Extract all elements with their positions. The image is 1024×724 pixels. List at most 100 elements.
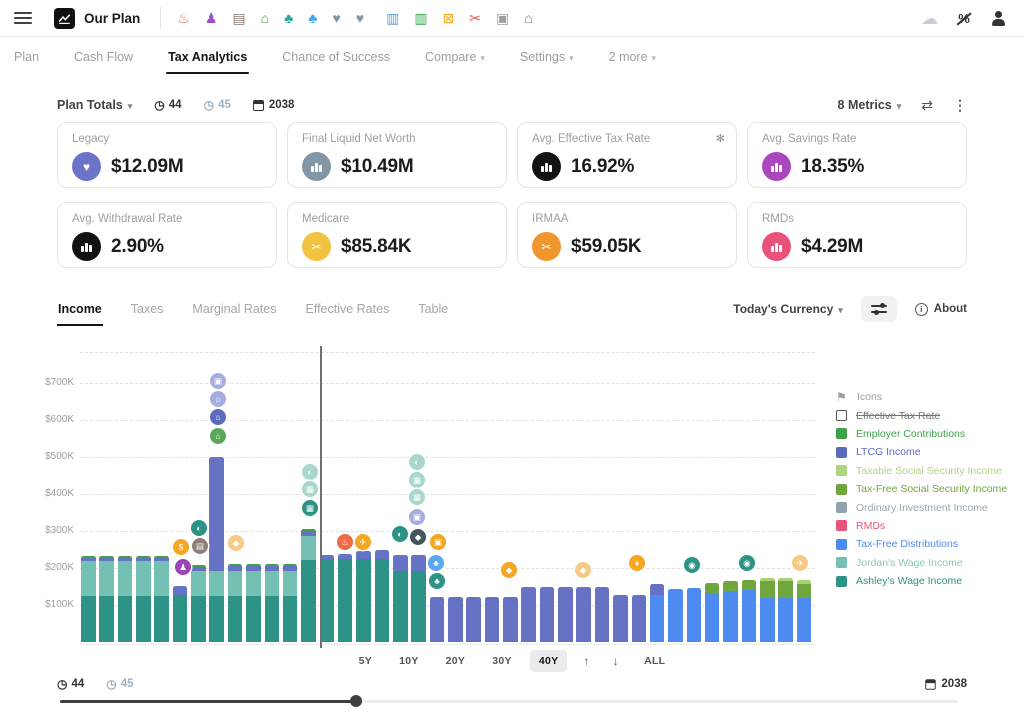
income-bar[interactable]	[209, 457, 224, 642]
home-search-icon[interactable]: ⌂	[210, 428, 226, 444]
legend-label: Icons	[857, 391, 882, 403]
income-bar[interactable]	[540, 587, 555, 643]
shift-down-button[interactable]: ↓	[606, 649, 626, 673]
income-bar[interactable]	[576, 587, 591, 643]
income-bar[interactable]	[301, 529, 316, 642]
income-bar[interactable]	[503, 597, 518, 642]
bar-segment-tfd	[650, 595, 665, 642]
income-bar[interactable]	[154, 556, 169, 642]
legend-item-rmds[interactable]: RMDs	[836, 517, 1006, 535]
diamond-icon[interactable]: ♦	[629, 555, 645, 571]
legend-item-jordan-s-wage-income[interactable]: Jordan's Wage Income	[836, 554, 1006, 572]
bar-segment-tfd	[760, 598, 775, 642]
vault-icon[interactable]: ▣	[409, 509, 425, 525]
fire-milestone-icon[interactable]: ♨	[337, 534, 353, 550]
legend-item-ordinary-investment-income[interactable]: Ordinary Investment Income	[836, 498, 1006, 516]
income-bar[interactable]	[778, 578, 793, 642]
income-bar[interactable]	[338, 554, 353, 642]
age-primary-chip[interactable]: ◷44	[57, 677, 84, 691]
contrast-icon[interactable]: ◐	[191, 520, 207, 536]
coins-icon[interactable]: $	[173, 539, 189, 555]
contrast-icon[interactable]: ◐	[302, 464, 318, 480]
income-bar[interactable]	[228, 564, 243, 642]
building-icon[interactable]: ▦	[302, 481, 318, 497]
travel-icon[interactable]: ✈	[355, 534, 371, 550]
graduation-icon[interactable]: ◆	[575, 562, 591, 578]
legend-item-tax-free-distributions[interactable]: Tax-Free Distributions	[836, 535, 1006, 553]
income-bar[interactable]	[99, 556, 114, 642]
building-icon[interactable]: ▦	[409, 489, 425, 505]
income-bar[interactable]	[265, 564, 280, 642]
clock-icon: ◷	[57, 677, 67, 691]
child-milestone-icon[interactable]: ♟	[175, 559, 191, 575]
timeline-slider[interactable]	[60, 695, 958, 707]
income-bar[interactable]	[797, 580, 812, 642]
home-icon[interactable]: ⌂	[210, 391, 226, 407]
income-bar[interactable]	[356, 551, 371, 642]
income-bar[interactable]	[705, 583, 720, 642]
vault-icon[interactable]: ▣	[430, 534, 446, 550]
legend-item-effective-tax-rate[interactable]: Effective Tax Rate	[836, 406, 1006, 424]
income-bar[interactable]	[466, 597, 481, 642]
legend-swatch	[836, 576, 847, 587]
income-bar[interactable]	[521, 587, 536, 643]
travel-icon[interactable]: ✈	[792, 555, 808, 571]
income-bar[interactable]	[283, 564, 298, 642]
range-all-button[interactable]: ALL	[635, 650, 674, 672]
palette-icon[interactable]: ◉	[739, 555, 755, 571]
range-5y-button[interactable]: 5Y	[350, 650, 381, 672]
bar-segment-jordan	[283, 571, 298, 595]
vault-icon[interactable]: ▣	[210, 373, 226, 389]
palette-icon[interactable]: ◉	[684, 557, 700, 573]
income-bar[interactable]	[632, 595, 647, 642]
graduation-icon[interactable]: ◆	[228, 535, 244, 551]
graduation-icon[interactable]: ◆	[501, 562, 517, 578]
income-bar[interactable]	[191, 565, 206, 642]
income-bar[interactable]	[613, 595, 628, 642]
income-bar[interactable]	[742, 580, 757, 642]
legend-item-ashley-s-wage-income[interactable]: Ashley's Wage Income	[836, 572, 1006, 590]
range-40y-button[interactable]: 40Y	[530, 650, 568, 672]
legend-item-taxable-social-security-income[interactable]: Taxable Social Security Income	[836, 462, 1006, 480]
income-bar[interactable]	[411, 555, 426, 642]
income-bar[interactable]	[448, 597, 463, 642]
gridline	[80, 383, 815, 384]
shift-up-button[interactable]: ↑	[576, 649, 596, 673]
income-bar[interactable]	[595, 587, 610, 643]
contrast-icon[interactable]: ◐	[392, 526, 408, 542]
building-icon[interactable]: ▦	[409, 472, 425, 488]
income-bar[interactable]	[430, 597, 445, 642]
income-bar[interactable]	[558, 587, 573, 643]
income-bar[interactable]	[118, 556, 133, 642]
income-bar[interactable]	[687, 588, 702, 642]
income-bar[interactable]	[393, 555, 408, 642]
income-bar[interactable]	[375, 550, 390, 642]
contrast-icon[interactable]: ◐	[409, 454, 425, 470]
home-icon[interactable]: ⌂	[210, 409, 226, 425]
income-bar[interactable]	[173, 586, 188, 642]
legend-item-tax-free-social-security-income[interactable]: Tax-Free Social Security Income	[836, 480, 1006, 498]
legend-item-icons[interactable]: ⚑Icons	[836, 388, 1006, 406]
income-bar[interactable]	[485, 597, 500, 642]
income-bar[interactable]	[723, 581, 738, 642]
graduation-icon[interactable]: ◆	[410, 529, 426, 545]
basket-icon[interactable]: ▤	[192, 538, 208, 554]
legend-item-ltcg-income[interactable]: LTCG Income	[836, 443, 1006, 461]
range-10y-button[interactable]: 10Y	[390, 650, 428, 672]
age-secondary-chip[interactable]: ◷45	[106, 677, 133, 691]
range-30y-button[interactable]: 30Y	[483, 650, 521, 672]
income-bar[interactable]	[246, 564, 261, 642]
income-bar[interactable]	[760, 578, 775, 642]
palm-tree-icon[interactable]: ♣	[428, 555, 444, 571]
palm-tree-icon[interactable]: ♣	[429, 573, 445, 589]
range-20y-button[interactable]: 20Y	[437, 650, 475, 672]
income-bar[interactable]	[81, 556, 96, 642]
slider-knob[interactable]	[350, 695, 362, 707]
income-bar[interactable]	[668, 589, 683, 642]
income-bar[interactable]	[136, 556, 151, 642]
income-bar[interactable]	[650, 584, 665, 642]
building-icon[interactable]: ▦	[302, 500, 318, 516]
legend-item-employer-contributions[interactable]: Employer Contributions	[836, 425, 1006, 443]
legend-label: RMDs	[856, 520, 885, 532]
income-bar[interactable]	[320, 555, 335, 642]
